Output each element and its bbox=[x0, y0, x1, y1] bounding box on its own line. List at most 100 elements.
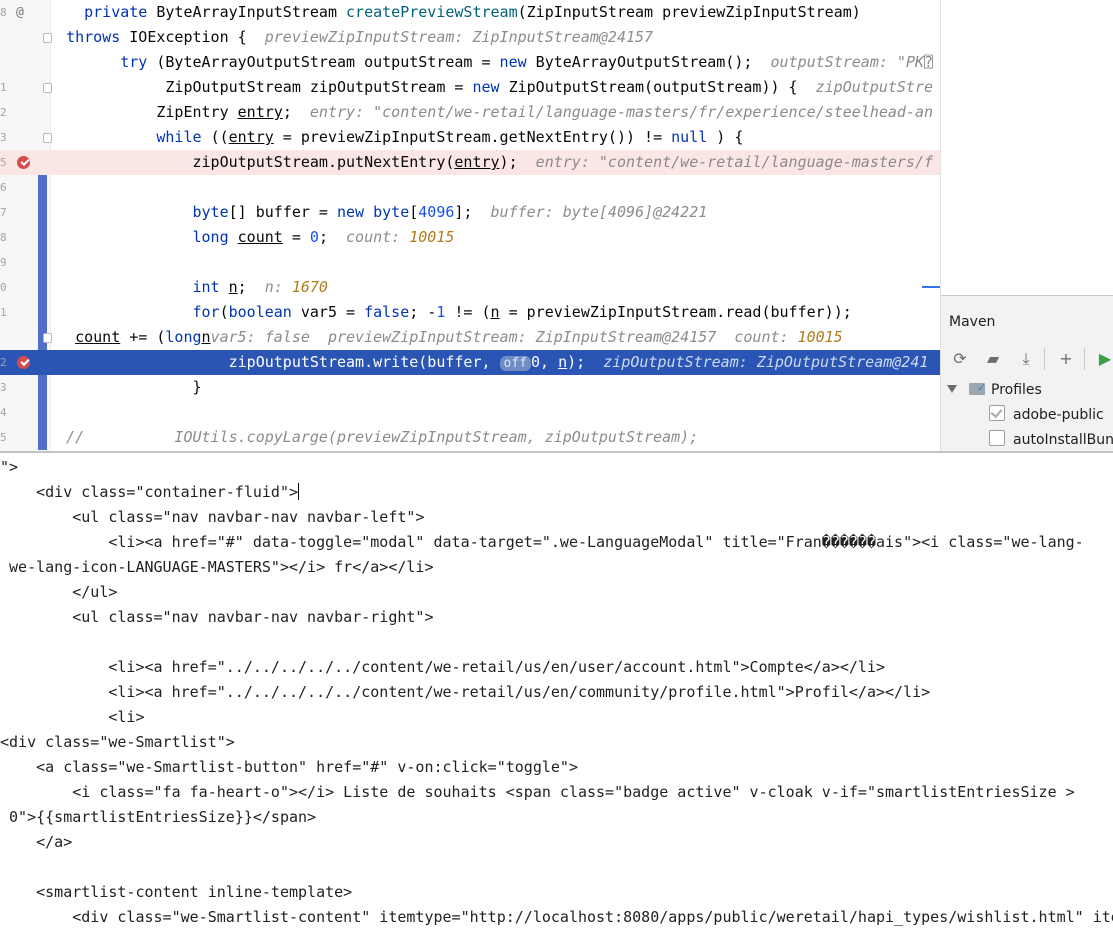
breakpoint-icon[interactable] bbox=[17, 156, 30, 169]
code-token: ( bbox=[219, 303, 229, 321]
source-line[interactable]: <li><a href="#" data-toggle="modal" data… bbox=[0, 530, 1083, 555]
code-line[interactable]: 8 @ private ByteArrayInputStream createPr… bbox=[0, 0, 940, 25]
code-token: var5 = bbox=[300, 303, 365, 321]
source-line[interactable]: </a> bbox=[0, 830, 72, 855]
code-line[interactable]: 5 // IOUtils.copyLarge(previewZipInputSt… bbox=[0, 425, 940, 450]
source-text: <div class="we-Smartlist-content" itemty… bbox=[0, 908, 1113, 926]
code-token: try bbox=[120, 53, 157, 71]
code-line[interactable]: 1 ZipOutputStream zipOutputStream = new … bbox=[0, 75, 940, 100]
code-token: ); bbox=[499, 153, 536, 171]
line-number: 2 bbox=[0, 356, 7, 369]
source-line[interactable]: <li><a href="../../../../../content/we-r… bbox=[0, 680, 930, 705]
profiles-node[interactable]: Profiles bbox=[947, 378, 1042, 402]
code-token: long bbox=[165, 328, 202, 346]
debug-inline-value: "content/we-retail/language-masters/f bbox=[598, 153, 934, 171]
source-text: <li><a href="../../../../../content/we-r… bbox=[0, 683, 931, 701]
source-line[interactable]: <li><a href="../../../../../content/we-r… bbox=[0, 655, 885, 680]
expand-triangle-icon[interactable] bbox=[947, 385, 957, 393]
code-line[interactable]: 4 bbox=[0, 400, 940, 425]
debug-inline-value: "PK⍰ bbox=[896, 53, 934, 71]
annotation-at-icon[interactable]: @ bbox=[16, 0, 24, 25]
code-line[interactable]: count += (longnvar5: false previewZipInp… bbox=[0, 325, 940, 350]
reimport-folder-icon[interactable]: ▰ bbox=[982, 348, 1004, 370]
code-token: n bbox=[228, 278, 238, 296]
debug-inline-value: entry: bbox=[309, 103, 374, 121]
profile-item-autoinstallbundle[interactable]: autoInstallBunc bbox=[989, 428, 1113, 451]
refresh-icon[interactable]: ⟳ bbox=[949, 348, 971, 370]
html-source-view[interactable]: "> <div class="container-fluid"> <ul cla… bbox=[0, 453, 1113, 932]
source-line[interactable]: </ul> bbox=[0, 580, 117, 605]
source-line[interactable]: <li> bbox=[0, 705, 144, 730]
profiles-label: Profiles bbox=[991, 382, 1042, 398]
add-icon[interactable]: + bbox=[1055, 348, 1077, 370]
debug-inline-value: 1670 bbox=[291, 278, 328, 296]
code-text: ZipOutputStream zipOutputStream = new Zi… bbox=[48, 75, 933, 100]
source-line[interactable]: <i class="fa fa-heart-o"></i> Liste de s… bbox=[0, 780, 1074, 805]
code-line[interactable]: 1 for(boolean var5 = false; -1 != (n = p… bbox=[0, 300, 940, 325]
debug-inline-value: outputStream: bbox=[770, 53, 897, 71]
code-line[interactable]: 9 bbox=[0, 250, 940, 275]
code-token: [ bbox=[409, 203, 419, 221]
code-token: throws bbox=[66, 28, 130, 46]
code-text: ZipEntry entry; entry: "content/we-retai… bbox=[48, 100, 933, 125]
code-token: ; bbox=[237, 278, 265, 296]
breakpoint-icon[interactable] bbox=[17, 356, 30, 369]
code-line[interactable]: try (ByteArrayOutputStream outputStream … bbox=[0, 50, 940, 75]
debug-inline-value: 10015 bbox=[409, 228, 455, 246]
source-text: 0">{{smartlistEntriesSize}}</span> bbox=[0, 808, 317, 826]
code-token: n bbox=[201, 328, 211, 346]
run-icon[interactable]: ▶ bbox=[1094, 348, 1113, 370]
code-line[interactable]: 2 ZipEntry entry; entry: "content/we-ret… bbox=[0, 100, 940, 125]
code-line[interactable]: 6 bbox=[0, 175, 940, 200]
download-icon[interactable]: ⤓ bbox=[1015, 348, 1037, 370]
code-token: zipOutputStream.write(buffer, bbox=[48, 353, 500, 371]
code-line[interactable]: 5 zipOutputStream.putNextEntry(entry); e… bbox=[0, 150, 940, 175]
line-number: 0 bbox=[0, 281, 7, 294]
profile-item-adobe-public[interactable]: adobe-public bbox=[989, 403, 1104, 427]
code-token: ZipOutputStream zipOutputStream = bbox=[48, 78, 473, 96]
code-token: ; - bbox=[409, 303, 437, 321]
code-line[interactable]: 3 } bbox=[0, 375, 940, 400]
code-token: for bbox=[192, 303, 220, 321]
code-text: long count = 0; count: 10015 bbox=[48, 225, 455, 250]
code-line[interactable]: 8 long count = 0; count: 10015 bbox=[0, 225, 940, 250]
code-line[interactable]: throws IOException { previewZipInputStre… bbox=[0, 25, 940, 50]
code-token: entry bbox=[237, 103, 283, 121]
current-execution-line[interactable]: 2 zipOutputStream.write(buffer, off 0, n)… bbox=[0, 350, 940, 375]
source-text: <a class="we-Smartlist-button" href="#" … bbox=[0, 758, 578, 776]
source-line[interactable]: <div class="we-Smartlist-content" itemty… bbox=[0, 905, 1113, 930]
code-text: count += (longnvar5: false previewZipInp… bbox=[48, 325, 843, 350]
source-line[interactable]: <ul class="nav navbar-nav navbar-left"> bbox=[0, 505, 424, 530]
source-line[interactable]: <div class="container-fluid"> bbox=[0, 480, 300, 505]
source-line[interactable]: <div class="we-Smartlist"> bbox=[0, 730, 235, 755]
debug-inline-value: var5: false previewZipInputStream: ZipIn… bbox=[210, 328, 798, 346]
debug-inline-value: count: bbox=[346, 228, 410, 246]
source-line[interactable]: we-lang-icon-LANGUAGE-MASTERS"></i> fr</… bbox=[0, 555, 433, 580]
source-line[interactable]: "> bbox=[0, 455, 18, 480]
code-token: } bbox=[48, 378, 202, 396]
profile-label: adobe-public bbox=[1013, 407, 1104, 423]
code-line[interactable]: 3 while ((entry = previewZipInputStream.… bbox=[0, 125, 940, 150]
code-line[interactable]: 7 byte[] buffer = new byte[4096]; buffer… bbox=[0, 200, 940, 225]
line-number: 9 bbox=[0, 256, 7, 269]
code-token: zipOutputStream.putNextEntry( bbox=[48, 153, 455, 171]
line-number: 7 bbox=[0, 206, 7, 219]
source-line[interactable]: <a class="we-Smartlist-button" href="#" … bbox=[0, 755, 578, 780]
profile-checkbox[interactable] bbox=[989, 405, 1005, 421]
debug-inline-value: "content/we-retail/language-masters/fr/e… bbox=[373, 103, 934, 121]
source-line[interactable]: 0">{{smartlistEntriesSize}}</span> bbox=[0, 805, 316, 830]
code-token: ) { bbox=[707, 128, 744, 146]
profile-checkbox[interactable] bbox=[989, 430, 1005, 446]
code-token: while bbox=[156, 128, 211, 146]
source-line[interactable]: <ul class="nav navbar-nav navbar-right"> bbox=[0, 605, 433, 630]
source-line[interactable]: <smartlist-content inline-template> bbox=[0, 880, 352, 905]
code-token: entry bbox=[454, 153, 500, 171]
code-editor[interactable]: 8 @ private ByteArrayInputStream createPr… bbox=[0, 0, 940, 451]
code-line[interactable]: 0 int n; n: 1670 bbox=[0, 275, 940, 300]
code-token: ZipOutputStream(outputStream)) { bbox=[508, 78, 816, 96]
source-text: <ul class="nav navbar-nav navbar-left"> bbox=[0, 508, 425, 526]
code-text: zipOutputStream.write(buffer, off 0, n); … bbox=[48, 350, 928, 376]
